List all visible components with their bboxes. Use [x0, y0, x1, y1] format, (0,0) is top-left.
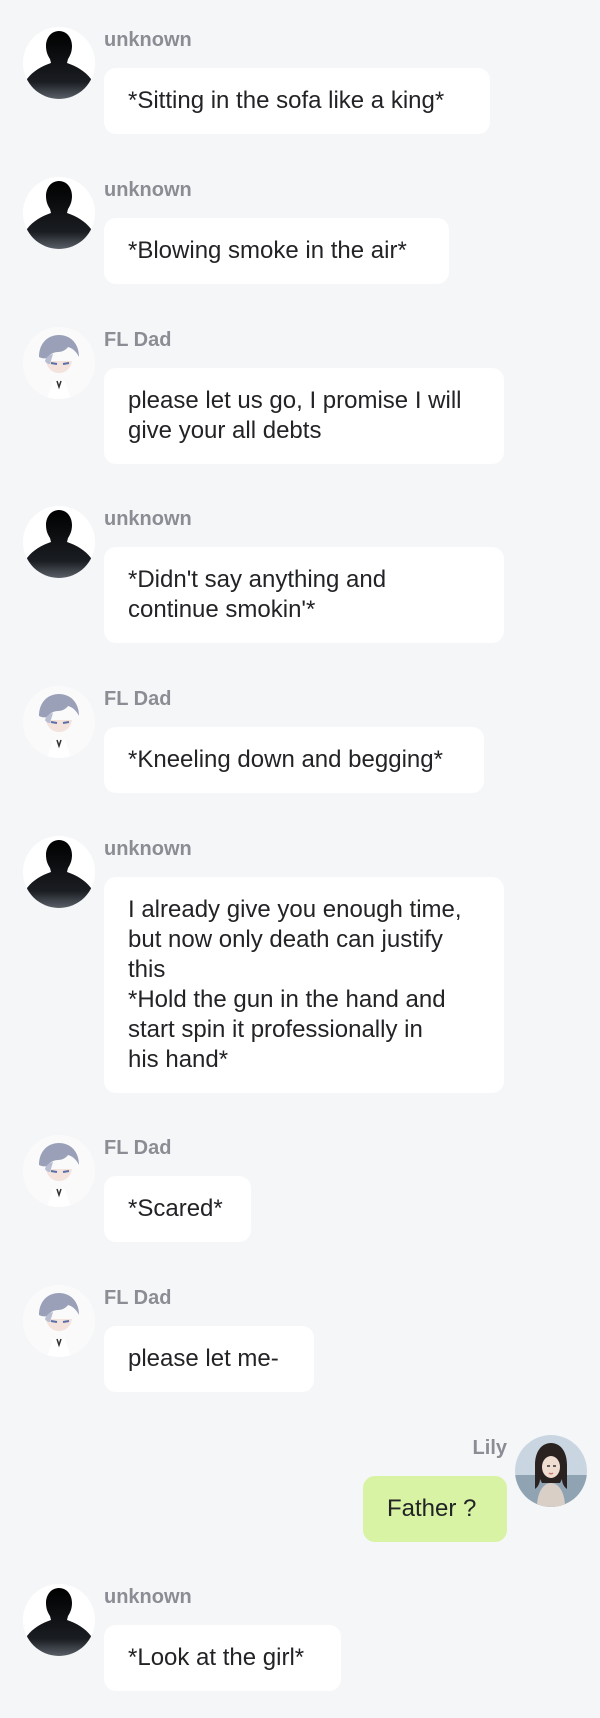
sender-name: Lily	[472, 1437, 507, 1459]
silhouette-icon[interactable]	[23, 1584, 95, 1656]
silhouette-icon[interactable]	[23, 177, 95, 249]
message-bubble[interactable]: please let me-	[104, 1326, 314, 1392]
message-bubble[interactable]: *Sitting in the sofa like a king*	[104, 68, 490, 134]
message-bubble[interactable]: I already give you enough time, but now …	[104, 877, 504, 1093]
anime-character-avatar[interactable]	[23, 327, 95, 399]
sender-name: FL Dad	[104, 329, 172, 351]
sender-name: unknown	[104, 838, 192, 860]
message-bubble[interactable]: *Didn't say anything and continue smokin…	[104, 547, 504, 643]
message-bubble[interactable]: *Kneeling down and begging*	[104, 727, 484, 793]
silhouette-icon[interactable]	[23, 506, 95, 578]
message-bubble[interactable]: *Look at the girl*	[104, 1625, 341, 1691]
anime-character-avatar[interactable]	[23, 1285, 95, 1357]
sender-name: FL Dad	[104, 1137, 172, 1159]
chat-thread: unknown *Sitting in the sofa like a king…	[0, 0, 600, 1718]
message-bubble[interactable]: please let us go, I promise I will give …	[104, 368, 504, 464]
user-photo-avatar[interactable]	[515, 1435, 587, 1507]
silhouette-icon[interactable]	[23, 27, 95, 99]
message-bubble[interactable]: Father ?	[363, 1476, 507, 1542]
sender-name: FL Dad	[104, 1287, 172, 1309]
sender-name: unknown	[104, 29, 192, 51]
silhouette-icon[interactable]	[23, 836, 95, 908]
sender-name: FL Dad	[104, 688, 172, 710]
message-bubble[interactable]: *Blowing smoke in the air*	[104, 218, 449, 284]
message-bubble[interactable]: *Scared*	[104, 1176, 251, 1242]
anime-character-avatar[interactable]	[23, 1135, 95, 1207]
sender-name: unknown	[104, 508, 192, 530]
sender-name: unknown	[104, 179, 192, 201]
sender-name: unknown	[104, 1586, 192, 1608]
anime-character-avatar[interactable]	[23, 686, 95, 758]
